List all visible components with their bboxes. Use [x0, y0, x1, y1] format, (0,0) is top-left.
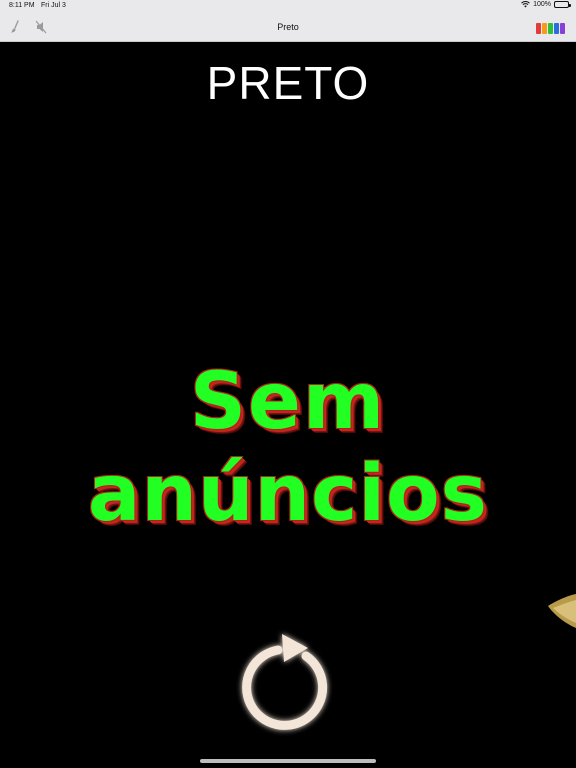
refresh-button[interactable]: [238, 630, 338, 738]
battery-icon: [554, 1, 571, 8]
refresh-icon: [242, 634, 328, 730]
no-ads-banner[interactable]: Sem anúncios: [0, 356, 576, 540]
banner-line-1: Sem: [189, 357, 387, 447]
nav-title: Preto: [277, 22, 299, 32]
status-indicators: 100%: [521, 1, 571, 8]
banner-line-2: anúncios: [87, 449, 489, 539]
home-indicator: [200, 759, 376, 763]
page-heading: PRETO: [206, 57, 370, 109]
status-time: 8:11 PM: [9, 2, 35, 9]
app-screen: 8:11 PM Fri Jul 3 100% Preto PRETO Sem a…: [0, 0, 576, 768]
color-palette-icon[interactable]: [536, 23, 565, 34]
status-date: Fri Jul 3: [41, 2, 66, 9]
wifi-icon: [521, 1, 530, 8]
battery-percent: 100%: [533, 1, 551, 8]
top-bar: 8:11 PM Fri Jul 3 100% Preto: [0, 0, 576, 42]
gold-object-edge: [548, 594, 576, 628]
